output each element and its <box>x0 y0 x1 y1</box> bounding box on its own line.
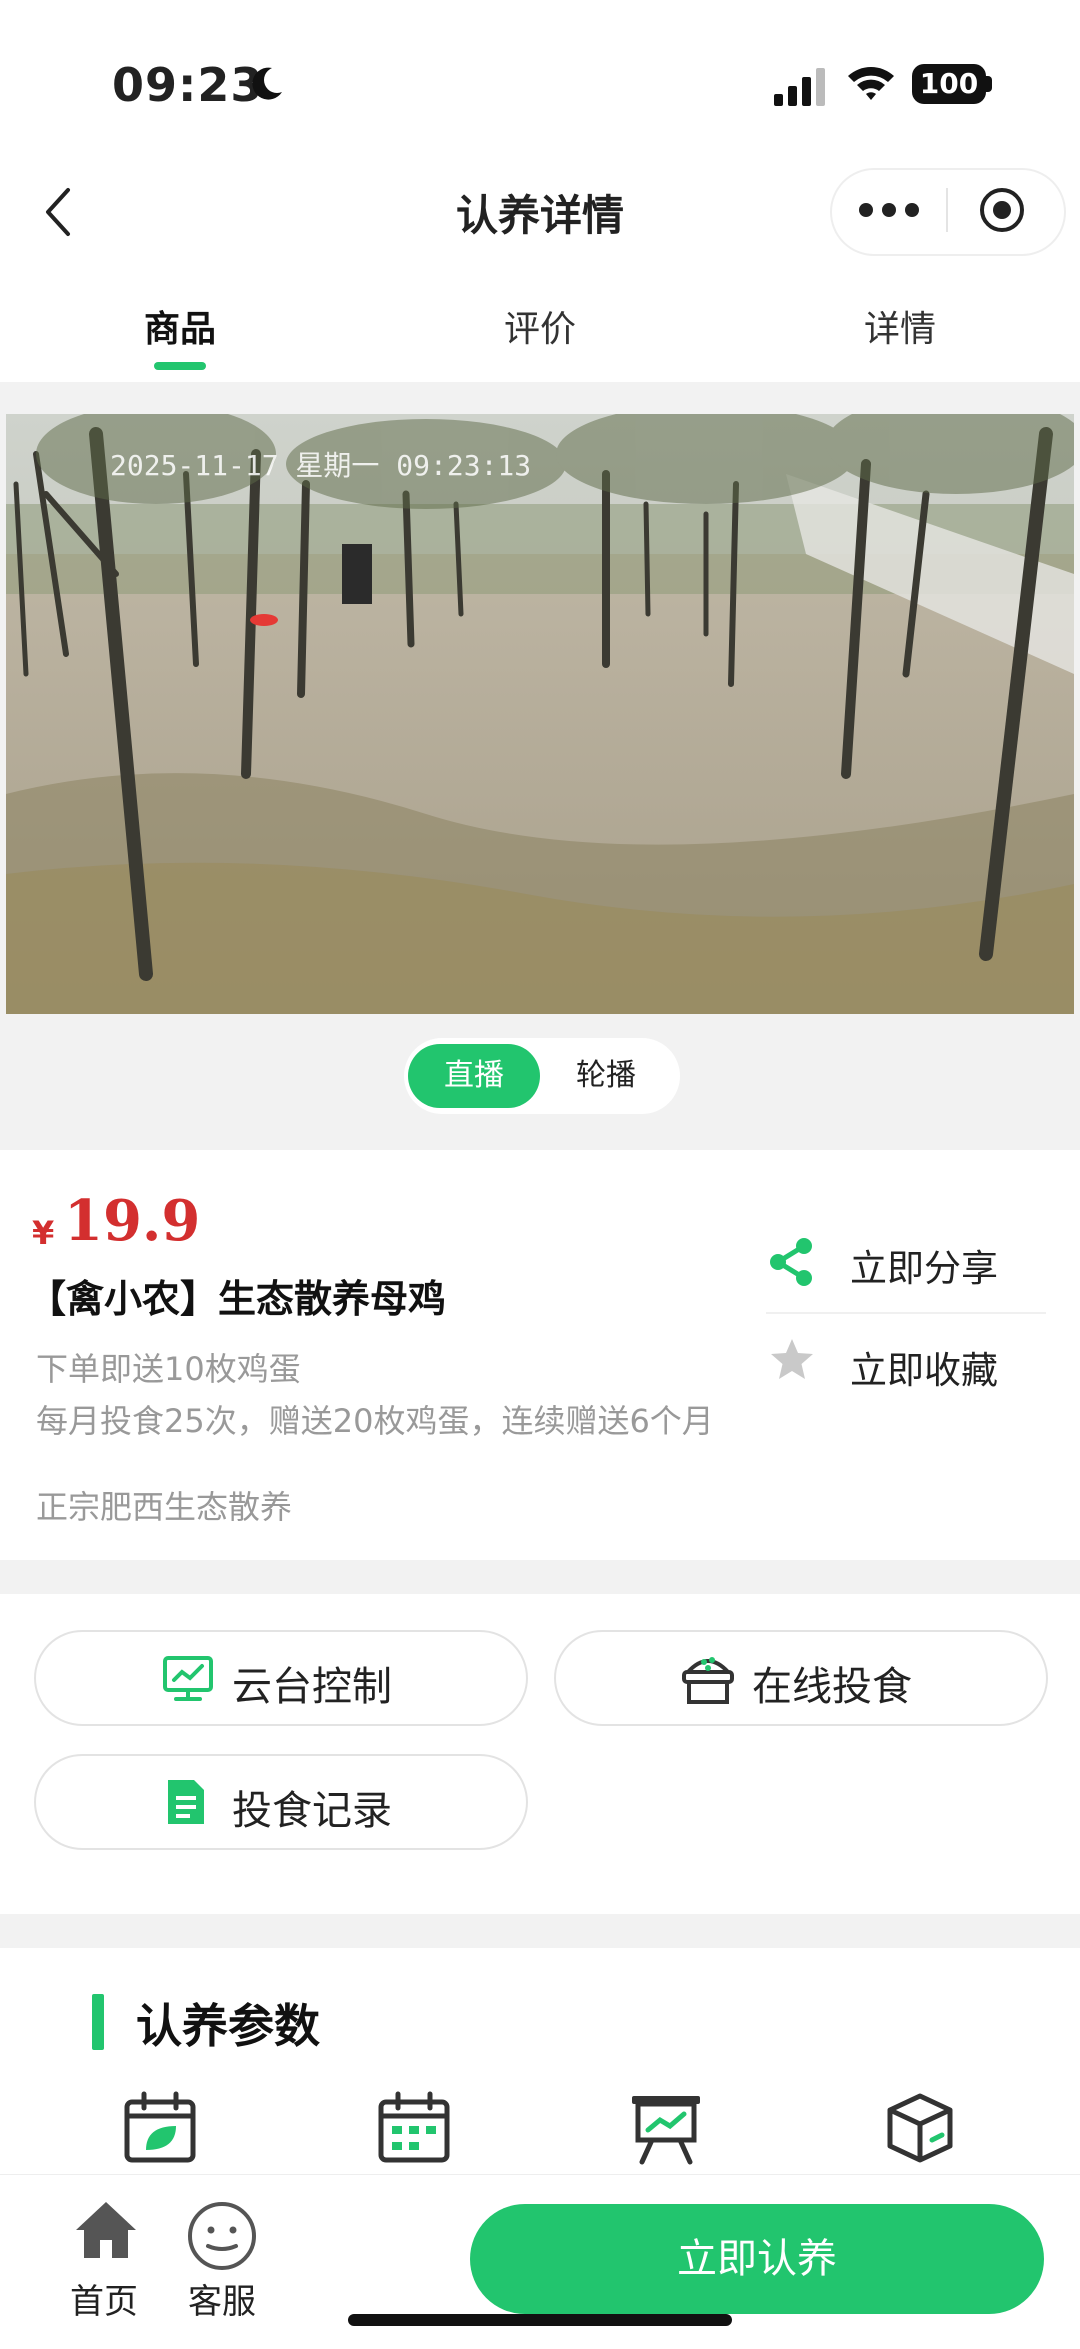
tab-reviews[interactable]: 评价 <box>440 300 640 352</box>
box-icon <box>887 2093 953 2163</box>
product-desc-line: 下单即送10枚鸡蛋 <box>36 1350 301 1388</box>
favorite-button[interactable]: 立即收藏 <box>850 1340 998 1394</box>
currency-symbol: ¥ <box>32 1214 55 1252</box>
document-icon <box>168 1780 204 1824</box>
customer-service-button[interactable]: 客服 <box>188 2274 256 2323</box>
share-icon[interactable] <box>766 1236 818 1288</box>
capsule-divider <box>946 188 948 232</box>
adopt-now-button[interactable]: 立即认养 <box>470 2204 1044 2314</box>
product-name: 【禽小农】生态散养母鸡 <box>28 1277 447 1321</box>
live-video-feed[interactable] <box>6 414 1074 1014</box>
feeding-records-label: 投食记录 <box>232 1788 392 1834</box>
video-timestamp: 2025-11-17 星期一 09:23:13 <box>110 449 532 482</box>
chart-board-icon <box>632 2096 700 2165</box>
wifi-icon <box>848 67 894 100</box>
tab-details[interactable]: 详情 <box>800 300 1000 352</box>
star-icon[interactable] <box>768 1336 816 1384</box>
product-price: 19.9 <box>64 1188 201 1254</box>
section-accent-bar <box>92 1994 104 2050</box>
ptz-control-label: 云台控制 <box>232 1664 392 1710</box>
tab-goods[interactable]: 商品 <box>80 300 280 352</box>
section-title: 认养参数 <box>136 1999 320 2053</box>
live-mode-button[interactable]: 直播 <box>408 1044 540 1108</box>
moon-icon <box>252 67 282 100</box>
close-miniapp-icon[interactable] <box>978 186 1026 234</box>
share-button[interactable]: 立即分享 <box>850 1238 998 1292</box>
product-desc-line: 正宗肥西生态散养 <box>36 1488 293 1526</box>
product-desc-line: 每月投食25次，赠送20枚鸡蛋，连续赠送6个月 <box>36 1402 714 1440</box>
side-divider <box>766 1312 1046 1314</box>
calendar-leaf-icon <box>124 2091 196 2163</box>
battery-indicator: 100 <box>912 64 986 104</box>
home-icon[interactable] <box>74 2198 138 2262</box>
carousel-mode-button[interactable]: 轮播 <box>548 1044 664 1108</box>
feed-bag-icon <box>682 1657 734 1704</box>
signal-icon <box>774 68 825 106</box>
home-indicator <box>348 2314 732 2326</box>
calendar-icon <box>378 2091 450 2163</box>
home-button[interactable]: 首页 <box>70 2274 138 2323</box>
battery-cap <box>986 76 992 92</box>
monitor-icon <box>163 1656 213 1701</box>
online-feeding-label: 在线投食 <box>752 1664 912 1710</box>
status-time: 09:23 <box>112 58 264 112</box>
customer-service-icon[interactable] <box>186 2200 258 2272</box>
more-icon[interactable] <box>858 198 920 222</box>
tab-active-indicator <box>154 362 206 370</box>
